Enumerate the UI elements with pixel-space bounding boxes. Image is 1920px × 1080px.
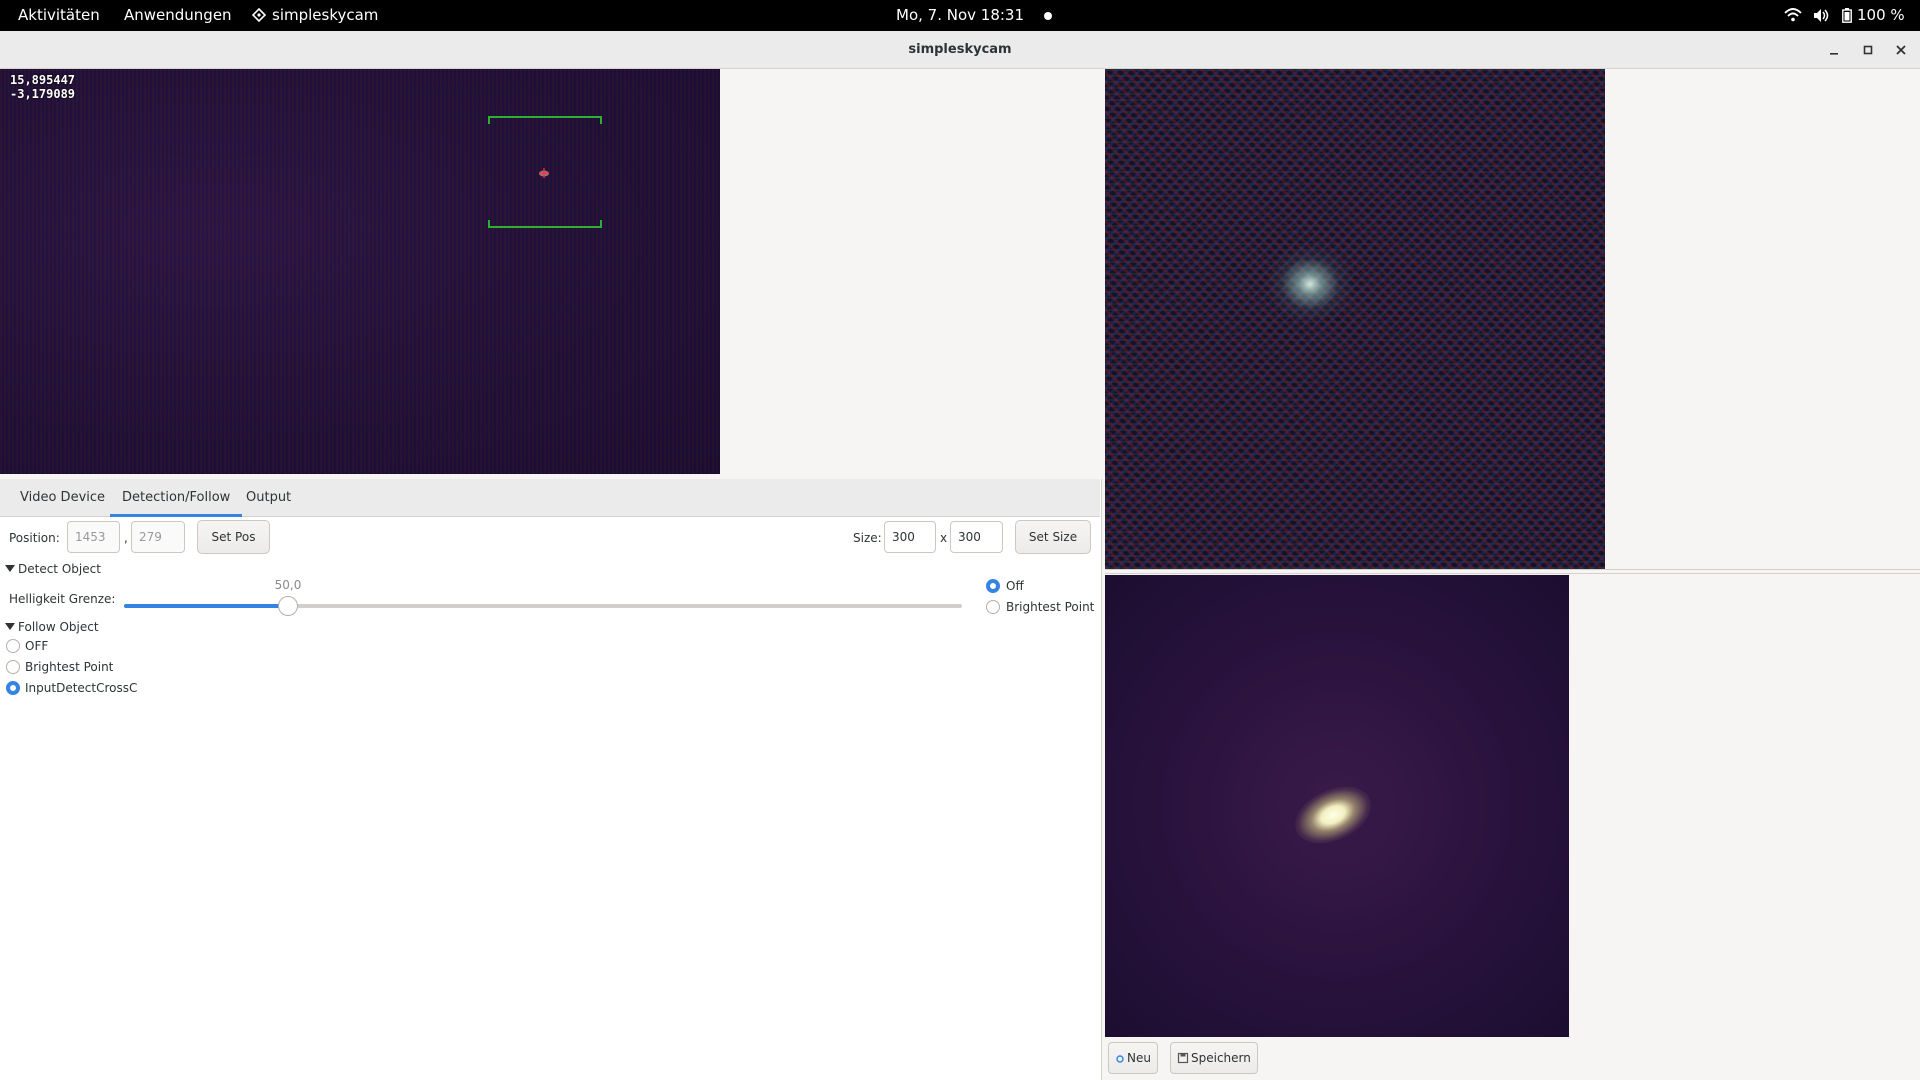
- close-icon: [1896, 45, 1906, 55]
- position-y-field[interactable]: 279: [131, 521, 185, 553]
- zoom-preview-stacked: [1105, 575, 1569, 1037]
- close-button[interactable]: [1891, 40, 1911, 60]
- slider-value: 50,0: [274, 578, 302, 592]
- coordinate-readout: 15,895447 -3,179089: [10, 73, 75, 101]
- brightness-slider[interactable]: [124, 596, 962, 616]
- follow-inputdetect-radio[interactable]: [6, 681, 20, 695]
- video-noise-texture: [0, 69, 720, 474]
- minimize-icon: [1830, 53, 1838, 55]
- follow-object-expander[interactable]: Follow Object: [5, 620, 99, 634]
- coordinate-line-2: -3,179089: [10, 87, 76, 101]
- follow-brightest-radio[interactable]: [6, 660, 20, 674]
- battery-indicator[interactable]: 100 %: [1842, 0, 1905, 31]
- save-button[interactable]: Speichern: [1170, 1042, 1258, 1074]
- tab-detection-follow[interactable]: Detection/Follow: [110, 479, 243, 517]
- tab-bar: Video Device Detection/Follow Output: [0, 479, 1100, 517]
- star-blob: [1265, 244, 1355, 324]
- minimize-button[interactable]: [1824, 40, 1844, 60]
- clock[interactable]: Mo, 7. Nov 18:31: [896, 0, 1024, 31]
- app-menu-label: simpleskycam: [272, 6, 379, 24]
- set-size-button[interactable]: Set Size: [1015, 520, 1091, 554]
- detect-object-label: Detect Object: [18, 562, 101, 576]
- window-titlebar[interactable]: simpleskycam: [0, 31, 1920, 69]
- save-icon: [1177, 1052, 1189, 1064]
- zoom-preview-raw: [1105, 69, 1605, 569]
- new-button-label: Neu: [1127, 1051, 1151, 1065]
- size-separator: x: [940, 531, 948, 545]
- slider-fill: [124, 604, 288, 608]
- set-pos-button[interactable]: Set Pos: [197, 520, 270, 554]
- system-top-bar: Aktivitäten Anwendungen simpleskycam Mo,…: [0, 0, 1920, 31]
- pane-divider[interactable]: [1105, 569, 1920, 574]
- notification-dot-icon: [1044, 12, 1052, 20]
- window-title: simpleskycam: [908, 42, 1012, 57]
- action-bar: Neu Speichern: [1102, 1037, 1920, 1080]
- detect-mode-brightest-radio[interactable]: [986, 600, 1000, 614]
- new-icon: [1116, 1055, 1124, 1063]
- position-x-field[interactable]: 1453: [67, 521, 120, 553]
- brightness-threshold-label: Helligkeit Grenze:: [9, 592, 116, 606]
- activities-button[interactable]: Aktivitäten: [18, 0, 100, 31]
- follow-brightest-label[interactable]: Brightest Point: [25, 660, 113, 674]
- tab-output[interactable]: Output: [234, 479, 303, 517]
- preview-bottom-background: [1570, 575, 1920, 1037]
- position-separator: ,: [124, 531, 128, 545]
- follow-off-label[interactable]: OFF: [25, 639, 48, 653]
- expander-arrow-icon: [5, 565, 15, 572]
- video-pane: 15,895447 -3,179089: [0, 69, 1102, 480]
- live-video-view[interactable]: 15,895447 -3,179089: [0, 69, 720, 474]
- new-button[interactable]: Neu: [1108, 1042, 1158, 1074]
- battery-percent: 100 %: [1857, 6, 1905, 24]
- maximize-button[interactable]: [1858, 40, 1878, 60]
- detect-object-expander[interactable]: Detect Object: [5, 562, 101, 576]
- size-height-field[interactable]: 300: [950, 521, 1003, 553]
- preview-top-background: [1606, 69, 1920, 569]
- follow-off-radio[interactable]: [6, 639, 20, 653]
- detect-mode-off-radio[interactable]: [986, 579, 1000, 593]
- battery-icon: [1842, 8, 1852, 23]
- position-label: Position:: [9, 531, 60, 545]
- tab-video-device[interactable]: Video Device: [8, 479, 117, 517]
- app-menu[interactable]: simpleskycam: [252, 0, 378, 31]
- applications-menu[interactable]: Anwendungen: [124, 0, 232, 31]
- expander-arrow-icon: [5, 623, 15, 630]
- settings-notebook: Video Device Detection/Follow Output Pos…: [0, 479, 1102, 1080]
- target-marker-icon: [539, 168, 549, 178]
- save-button-label: Speichern: [1191, 1051, 1251, 1065]
- maximize-icon: [1863, 45, 1873, 55]
- size-width-field[interactable]: 300: [884, 521, 936, 553]
- volume-icon[interactable]: [1812, 0, 1830, 31]
- coordinate-line-1: 15,895447: [10, 73, 76, 87]
- preview-noise-texture: [1105, 69, 1605, 569]
- follow-inputdetect-label[interactable]: InputDetectCrossC: [25, 681, 137, 695]
- stacked-star-blob: [1286, 775, 1380, 855]
- app-diamond-icon: [252, 8, 266, 22]
- detect-mode-brightest-label[interactable]: Brightest Point: [1006, 600, 1094, 614]
- detect-mode-off-label[interactable]: Off: [1006, 579, 1024, 593]
- follow-object-label: Follow Object: [18, 620, 99, 634]
- network-wifi-icon[interactable]: [1784, 0, 1802, 31]
- size-label: Size:: [853, 531, 882, 545]
- slider-handle[interactable]: [278, 596, 298, 616]
